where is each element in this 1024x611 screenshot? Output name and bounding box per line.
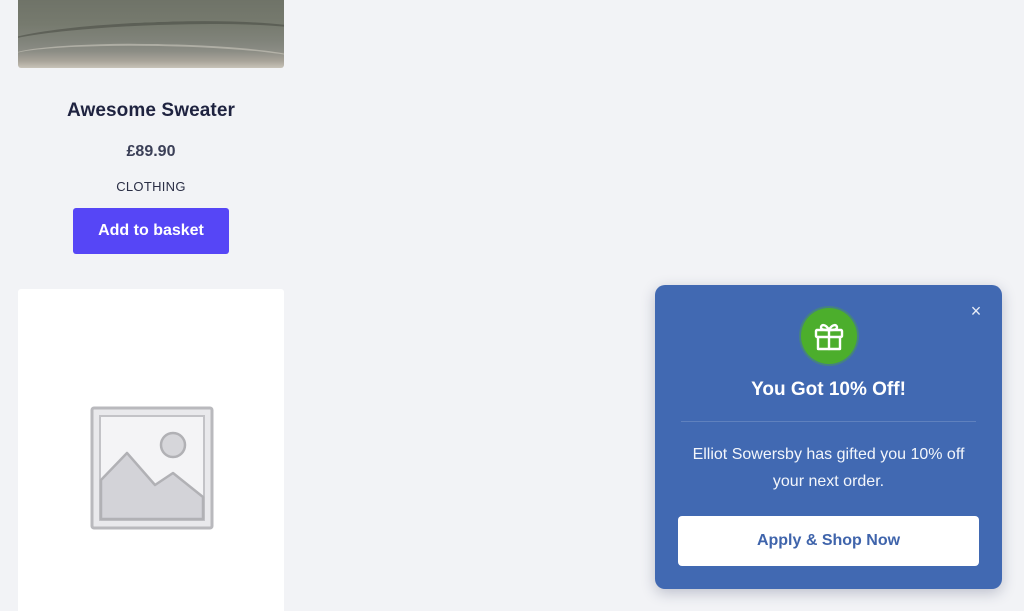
apply-and-shop-button[interactable]: Apply & Shop Now <box>678 516 979 566</box>
product-title[interactable]: Awesome Sweater <box>18 100 284 122</box>
product-category: CLOTHING <box>116 179 186 194</box>
gift-icon <box>801 308 857 364</box>
add-to-basket-button[interactable]: Add to basket <box>73 208 229 254</box>
product-card <box>18 289 284 611</box>
close-icon[interactable]: × <box>968 302 984 320</box>
product-card: Awesome Sweater £89.90 CLOTHING Add to b… <box>18 0 284 254</box>
product-price: £89.90 <box>126 143 176 160</box>
popup-message: Elliot Sowersby has gifted you 10% off y… <box>692 446 965 490</box>
popup-title: You Got 10% Off! <box>751 379 906 400</box>
product-image[interactable] <box>18 0 284 68</box>
popup-divider <box>681 421 976 422</box>
discount-popup: × You Got 10% Off! Elliot Sowersby has g… <box>655 285 1002 589</box>
placeholder-image-icon[interactable] <box>89 405 215 531</box>
